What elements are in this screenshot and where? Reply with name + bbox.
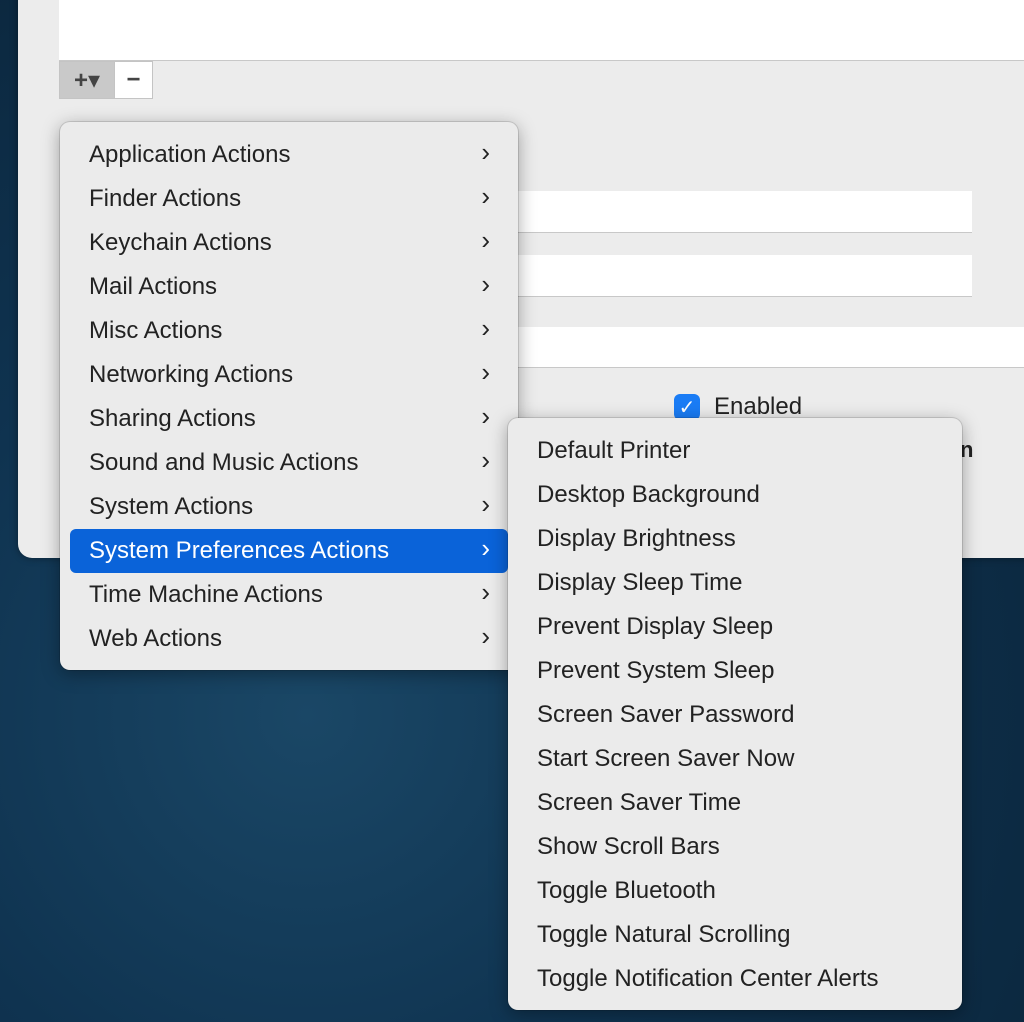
menu-item[interactable]: Sharing Actions › bbox=[70, 397, 508, 441]
add-button[interactable]: +▾ bbox=[59, 61, 115, 99]
chevron-right-icon: › bbox=[481, 225, 490, 255]
menu-item[interactable]: System Actions › bbox=[70, 485, 508, 529]
submenu-item[interactable]: Prevent System Sleep bbox=[518, 649, 952, 693]
submenu-item[interactable]: Desktop Background bbox=[518, 473, 952, 517]
chevron-right-icon: › bbox=[481, 137, 490, 167]
submenu-item-label: Start Screen Saver Now bbox=[537, 745, 795, 772]
menu-item-label: Mail Actions bbox=[89, 273, 218, 300]
menu-item[interactable]: Keychain Actions › bbox=[70, 221, 508, 265]
text-field-3[interactable] bbox=[518, 327, 1024, 368]
menu-item[interactable]: System Preferences Actions › bbox=[70, 529, 508, 573]
menu-item-label: System Preferences Actions bbox=[89, 537, 390, 564]
menu-item[interactable]: Mail Actions › bbox=[70, 265, 508, 309]
menu-item-label: Time Machine Actions bbox=[89, 581, 323, 608]
menu-item-label: Finder Actions bbox=[89, 185, 242, 212]
menu-item[interactable]: Finder Actions › bbox=[70, 177, 508, 221]
chevron-right-icon: › bbox=[481, 357, 490, 387]
text-field-1[interactable] bbox=[518, 191, 972, 233]
submenu-item[interactable]: Toggle Notification Center Alerts bbox=[518, 957, 952, 1001]
menu-item-label: Application Actions bbox=[89, 141, 291, 168]
chevron-right-icon: › bbox=[481, 445, 490, 475]
submenu-item[interactable]: Start Screen Saver Now bbox=[518, 737, 952, 781]
remove-button[interactable]: − bbox=[115, 61, 153, 99]
menu-item[interactable]: Web Actions › bbox=[70, 617, 508, 661]
submenu-item-label: Display Sleep Time bbox=[537, 569, 743, 596]
menu-item-label: Web Actions bbox=[89, 625, 222, 652]
submenu-item[interactable]: Screen Saver Password bbox=[518, 693, 952, 737]
menu-item-label: Sharing Actions bbox=[89, 405, 256, 432]
submenu-item-label: Screen Saver Time bbox=[537, 789, 742, 816]
menu-item[interactable]: Networking Actions › bbox=[70, 353, 508, 397]
menu-item[interactable]: Misc Actions › bbox=[70, 309, 508, 353]
submenu-item-label: Toggle Notification Center Alerts bbox=[537, 965, 879, 992]
submenu-item-label: Display Brightness bbox=[537, 525, 736, 552]
submenu-item[interactable]: Display Sleep Time bbox=[518, 561, 952, 605]
menu-item-label: Keychain Actions bbox=[89, 229, 272, 256]
chevron-right-icon: › bbox=[481, 533, 490, 563]
text-field-2[interactable] bbox=[518, 255, 972, 297]
add-action-menu: Application Actions › Finder Actions › Keych… bbox=[60, 122, 518, 670]
menu-item-label: System Actions bbox=[89, 493, 254, 520]
enabled-label: Enabled bbox=[714, 393, 803, 420]
submenu-item[interactable]: Screen Saver Time bbox=[518, 781, 952, 825]
list-box[interactable] bbox=[59, 0, 1024, 61]
partial-label: n bbox=[960, 437, 974, 462]
chevron-right-icon: › bbox=[481, 577, 490, 607]
chevron-right-icon: › bbox=[481, 269, 490, 299]
submenu-item-label: Default Printer bbox=[537, 437, 691, 464]
menu-item[interactable]: Time Machine Actions › bbox=[70, 573, 508, 617]
chevron-right-icon: › bbox=[481, 313, 490, 343]
submenu-item-label: Toggle Bluetooth bbox=[537, 877, 716, 904]
submenu-item[interactable]: Prevent Display Sleep bbox=[518, 605, 952, 649]
submenu-item[interactable]: Toggle Natural Scrolling bbox=[518, 913, 952, 957]
chevron-right-icon: › bbox=[481, 621, 490, 651]
menu-item[interactable]: Application Actions › bbox=[70, 133, 508, 177]
submenu-item-label: Show Scroll Bars bbox=[537, 833, 720, 860]
menu-item[interactable]: Sound and Music Actions › bbox=[70, 441, 508, 485]
system-preferences-submenu: Default Printer Desktop Background Display… bbox=[508, 418, 962, 1010]
submenu-item[interactable]: Default Printer bbox=[518, 429, 952, 473]
submenu-item-label: Prevent System Sleep bbox=[537, 657, 775, 684]
submenu-item-label: Prevent Display Sleep bbox=[537, 613, 774, 640]
enabled-checkbox[interactable]: ✓ bbox=[674, 394, 700, 420]
submenu-item-label: Toggle Natural Scrolling bbox=[537, 921, 791, 948]
submenu-item[interactable]: Show Scroll Bars bbox=[518, 825, 952, 869]
submenu-item[interactable]: Toggle Bluetooth bbox=[518, 869, 952, 913]
submenu-item-label: Screen Saver Password bbox=[537, 701, 795, 728]
menu-item-label: Sound and Music Actions bbox=[89, 449, 359, 476]
chevron-right-icon: › bbox=[481, 401, 490, 431]
menu-item-label: Networking Actions bbox=[89, 361, 294, 388]
submenu-item[interactable]: Display Brightness bbox=[518, 517, 952, 561]
chevron-right-icon: › bbox=[481, 489, 490, 519]
chevron-right-icon: › bbox=[481, 181, 490, 211]
submenu-item-label: Desktop Background bbox=[537, 481, 760, 508]
menu-item-label: Misc Actions bbox=[89, 317, 223, 344]
